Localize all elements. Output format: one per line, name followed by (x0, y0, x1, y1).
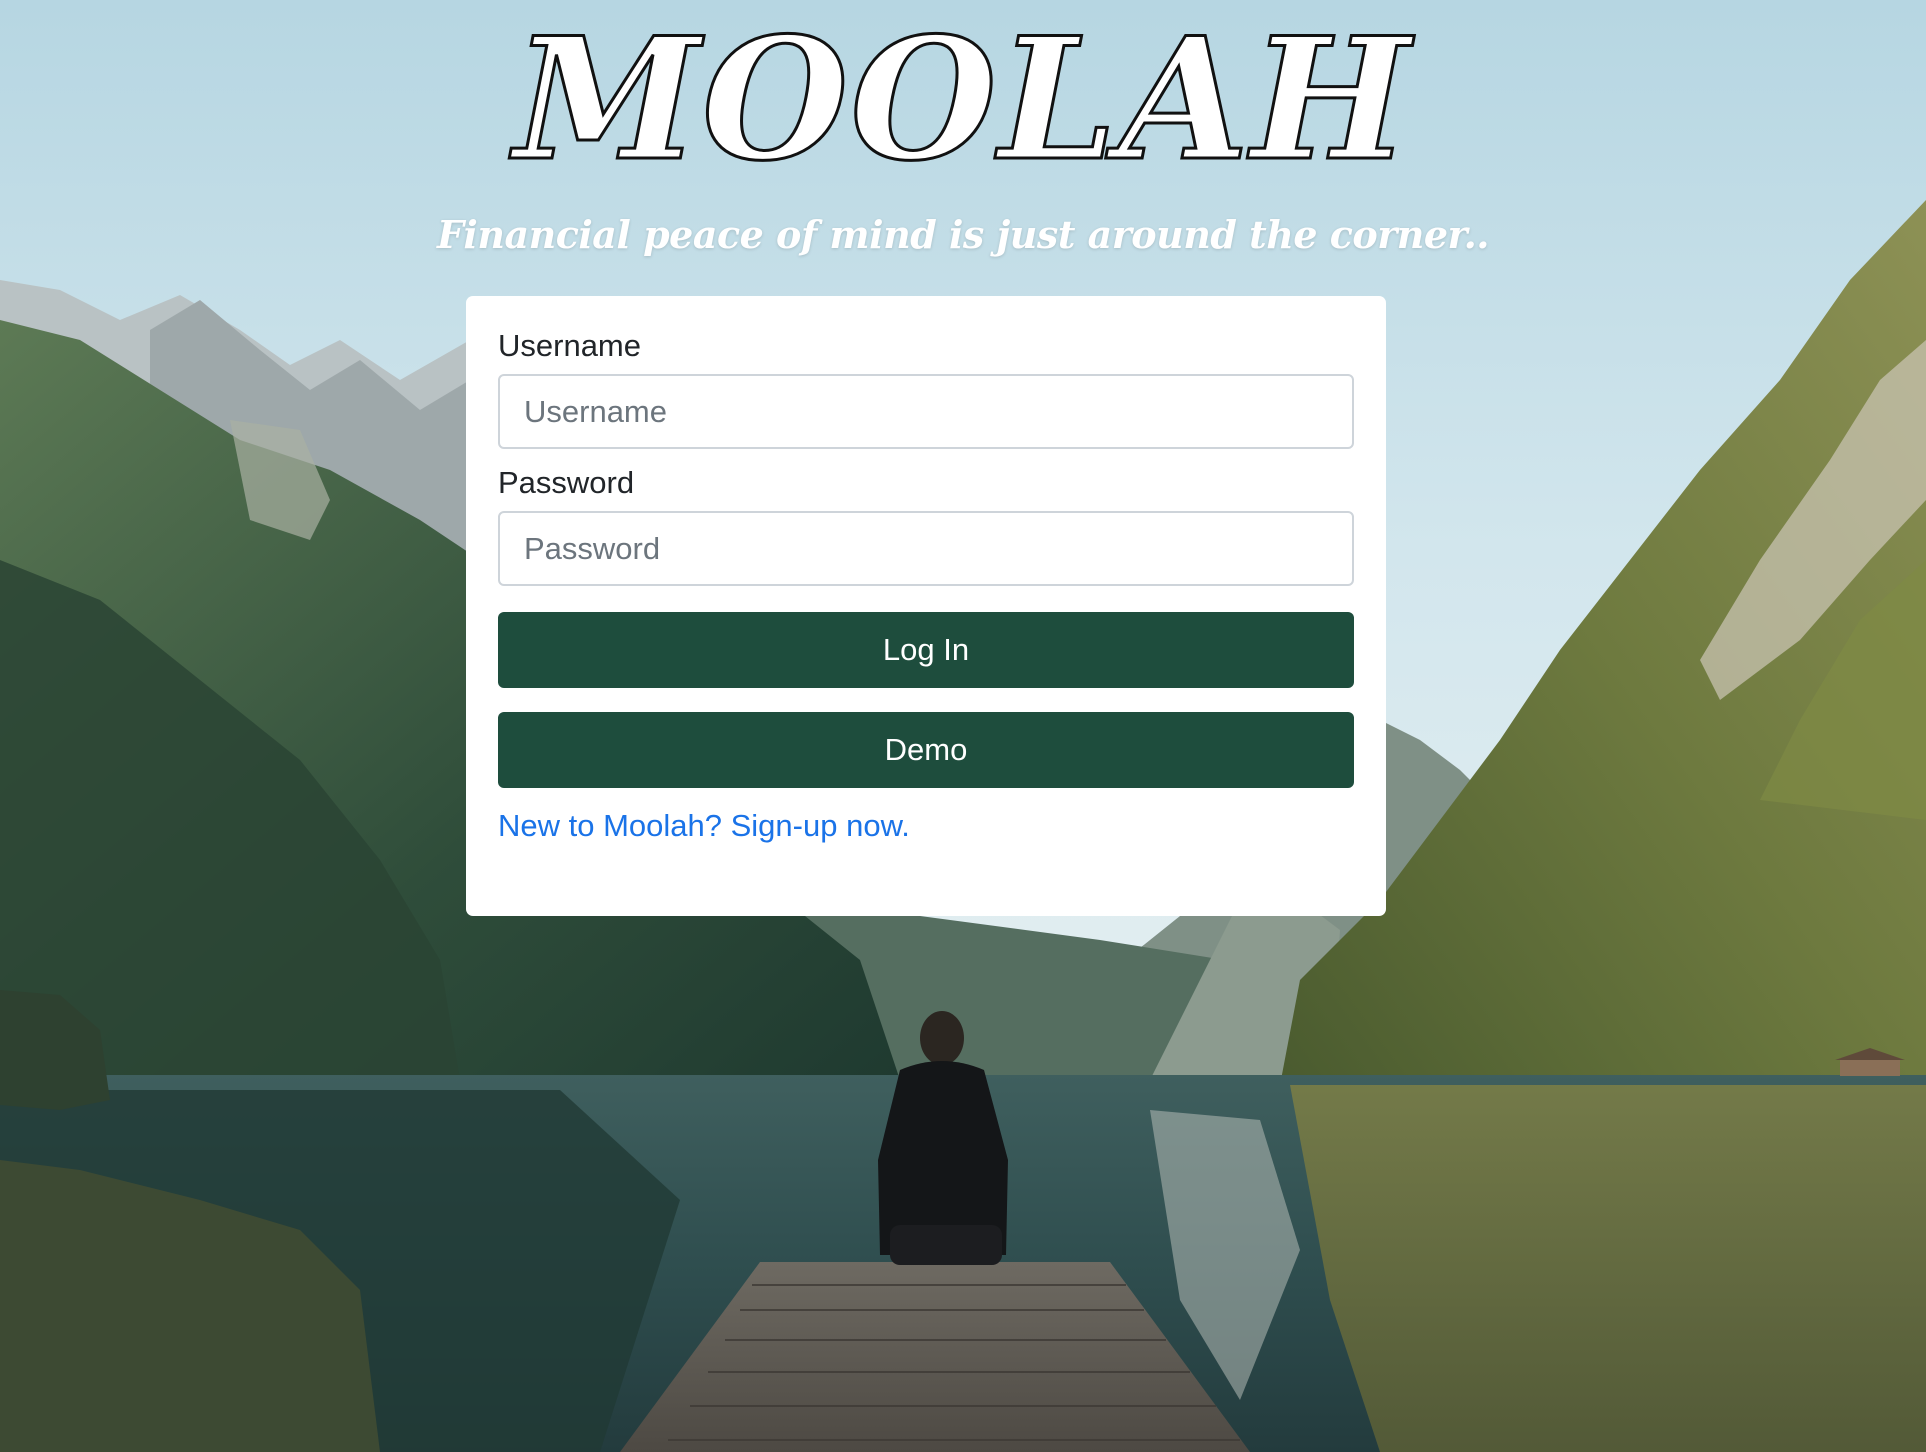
password-label: Password (498, 465, 635, 500)
username-label: Username (498, 328, 641, 363)
password-input[interactable] (498, 511, 1354, 586)
username-input[interactable] (498, 374, 1354, 449)
demo-button[interactable]: Demo (498, 712, 1354, 788)
login-button[interactable]: Log In (498, 612, 1354, 688)
tagline: Financial peace of mind is just around t… (436, 212, 1490, 257)
moolah-logo: MOOLAH (513, 0, 1412, 198)
signup-link[interactable]: New to Moolah? Sign-up now. (498, 808, 910, 844)
login-card: Username Password Log In Demo New to Moo… (466, 296, 1386, 916)
